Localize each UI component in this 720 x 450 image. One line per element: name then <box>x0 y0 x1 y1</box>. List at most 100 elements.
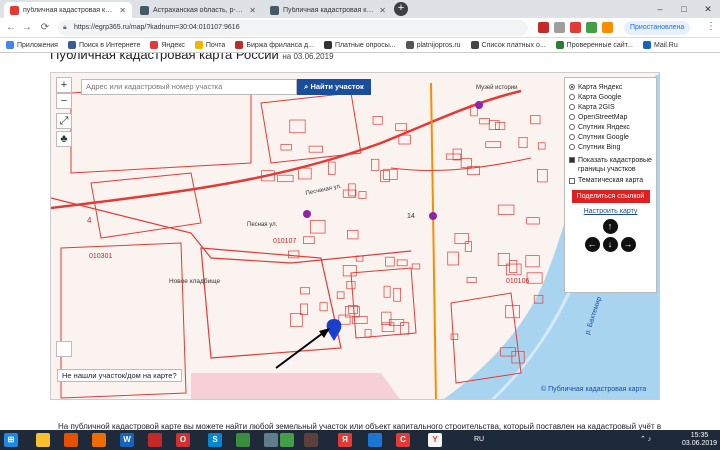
app-icon[interactable]: C <box>396 433 410 447</box>
pan-left-icon[interactable]: ← <box>584 237 600 252</box>
land-lot <box>371 158 380 171</box>
app-icon[interactable] <box>148 433 162 447</box>
radio[interactable] <box>569 134 575 140</box>
close-tab-icon[interactable]: ✕ <box>249 6 256 15</box>
yandex-browser-icon[interactable]: Y <box>428 433 442 447</box>
new-tab-button[interactable]: + <box>394 2 408 16</box>
address-bar[interactable]: 🔒︎ https://egrp365.ru/map/?kadnum=30:04:… <box>58 20 528 36</box>
bookmark-verified[interactable]: Проверенные сайт... <box>555 41 633 49</box>
land-lot <box>308 145 323 153</box>
tab-cadastral-map[interactable]: публичная кадастровая карта - ✕ <box>4 2 132 18</box>
tab-astrakhan[interactable]: Астраханская область, р-н Икр ✕ <box>134 2 262 18</box>
firefox-icon[interactable] <box>64 433 78 447</box>
cadastral-map[interactable]: 010107 010301 010106 Новое кладбище Песч… <box>50 72 660 400</box>
app-icon[interactable] <box>236 433 250 447</box>
profile-button[interactable]: Приостановлена <box>624 21 691 35</box>
firefox-icon[interactable] <box>92 433 106 447</box>
explorer-icon[interactable] <box>36 433 50 447</box>
zoom-in-button[interactable]: + <box>56 77 72 93</box>
bookmark-platnijopros[interactable]: platnijopros.ru <box>405 41 461 49</box>
app-icon[interactable] <box>264 433 278 447</box>
bookmark-surveys[interactable]: Платные опросы... <box>323 41 396 49</box>
zoom-out-button[interactable]: − <box>56 93 72 109</box>
close-tab-icon[interactable]: ✕ <box>119 6 126 15</box>
back-icon[interactable]: ← <box>4 21 18 35</box>
radio[interactable] <box>569 124 575 130</box>
photos-icon[interactable] <box>304 433 318 447</box>
pan-right-icon[interactable]: → <box>620 237 636 252</box>
layer-option-osm[interactable]: OpenStreetMap <box>569 112 652 122</box>
start-icon[interactable]: ⊞ <box>4 433 18 447</box>
quarter-label: 010107 <box>273 238 296 245</box>
skype-icon[interactable]: S <box>208 433 222 447</box>
pointer-arrow <box>275 329 328 369</box>
layer-option-google-map[interactable]: Карта Google <box>569 92 652 102</box>
show-bounds-option[interactable]: Показать кадастровые границы участков <box>569 156 652 174</box>
radio[interactable] <box>569 144 575 150</box>
mailru-icon <box>642 41 651 49</box>
bookmark-label: Приложения <box>17 41 58 49</box>
word-icon[interactable]: W <box>120 433 134 447</box>
radio[interactable] <box>569 104 575 110</box>
extension-icon[interactable] <box>570 22 581 33</box>
pan-down-icon[interactable]: ↓ <box>602 237 618 252</box>
land-lot <box>299 303 309 316</box>
show-bounds-checkbox[interactable] <box>569 157 575 163</box>
opera-icon[interactable]: O <box>176 433 190 447</box>
app-icon[interactable] <box>368 433 382 447</box>
setup-map-link[interactable]: Настроить карту <box>569 208 652 215</box>
tab-public-map[interactable]: Публичная кадастровая карта ✕ <box>264 2 392 18</box>
radio-selected[interactable] <box>569 84 575 90</box>
map-copyright[interactable]: © Публичная кадастровая карта <box>541 386 646 393</box>
bookmark-label: platnijopros.ru <box>416 41 461 49</box>
layer-option-yandex-satellite[interactable]: Спутник Яндекс <box>569 122 652 132</box>
extension-icon[interactable] <box>602 22 613 33</box>
extension-icon[interactable] <box>586 22 597 33</box>
forward-icon[interactable]: → <box>20 21 34 35</box>
share-link-button[interactable]: Поделиться ссылкой <box>571 190 650 203</box>
bookmark-label: Поиск в Интернете <box>78 41 141 49</box>
layer-option-yandex-map[interactable]: Карта Яндекс <box>569 82 652 92</box>
bookmark-label: Mail.Ru <box>653 41 678 49</box>
radio[interactable] <box>569 94 575 100</box>
bookmark-yandex[interactable]: Яндекс <box>150 41 185 49</box>
close-window-button[interactable]: ✕ <box>696 0 720 18</box>
layer-option-google-satellite[interactable]: Спутник Google <box>569 132 652 142</box>
land-lot <box>385 256 395 267</box>
bookmark-label: Почта <box>205 41 226 49</box>
find-parcel-button[interactable]: ⌕ Найти участок <box>297 79 371 95</box>
minimize-button[interactable]: – <box>648 0 672 18</box>
reload-icon[interactable]: ⟳ <box>38 21 52 35</box>
land-lot <box>347 305 359 314</box>
club-icon[interactable]: ♣ <box>56 131 72 147</box>
radio[interactable] <box>569 114 575 120</box>
land-lot <box>450 333 459 340</box>
layer-option-bing-satellite[interactable]: Спутник Bing <box>569 142 652 152</box>
extension-icon[interactable] <box>554 22 565 33</box>
not-found-link[interactable]: Не нашли участок/дом на карте? <box>57 369 182 382</box>
bookmark-mailru[interactable]: Mail.Ru <box>642 41 678 49</box>
address-search-input[interactable]: Адрес или кадастровый номер участка <box>81 79 297 95</box>
bookmark-freelance[interactable]: Биржа фриланса д... <box>235 41 314 49</box>
yandex-icon[interactable]: Я <box>338 433 352 447</box>
thematic-map-option[interactable]: Тематическая карта <box>569 177 652 184</box>
menu-dots-icon[interactable]: ⋮ <box>706 21 716 32</box>
thematic-checkbox[interactable] <box>569 177 575 184</box>
pan-up-icon[interactable]: ↑ <box>602 219 618 234</box>
extension-icon[interactable] <box>538 22 549 33</box>
clock[interactable]: 15:35 03.06.2019 <box>682 432 717 448</box>
map-layer-icon[interactable] <box>56 341 72 357</box>
bookmark-apps[interactable]: Приложения <box>6 41 58 49</box>
land-lot <box>525 255 540 268</box>
tray-icons[interactable]: ⌃ ♪ <box>640 430 651 450</box>
chrome-icon[interactable] <box>280 433 294 447</box>
language-indicator[interactable]: RU <box>474 430 484 450</box>
tab-strip: публичная кадастровая карта - ✕ Астрахан… <box>0 0 720 18</box>
bookmark-list[interactable]: Список платных о... <box>470 41 546 49</box>
bookmark-search[interactable]: Поиск в Интернете <box>67 41 141 49</box>
layer-option-2gis[interactable]: Карта 2GIS <box>569 102 652 112</box>
measure-icon[interactable]: ⤢ <box>56 113 72 129</box>
bookmark-mail[interactable]: Почта <box>194 41 226 49</box>
maximize-button[interactable]: □ <box>672 0 696 18</box>
close-tab-icon[interactable]: ✕ <box>379 6 386 15</box>
